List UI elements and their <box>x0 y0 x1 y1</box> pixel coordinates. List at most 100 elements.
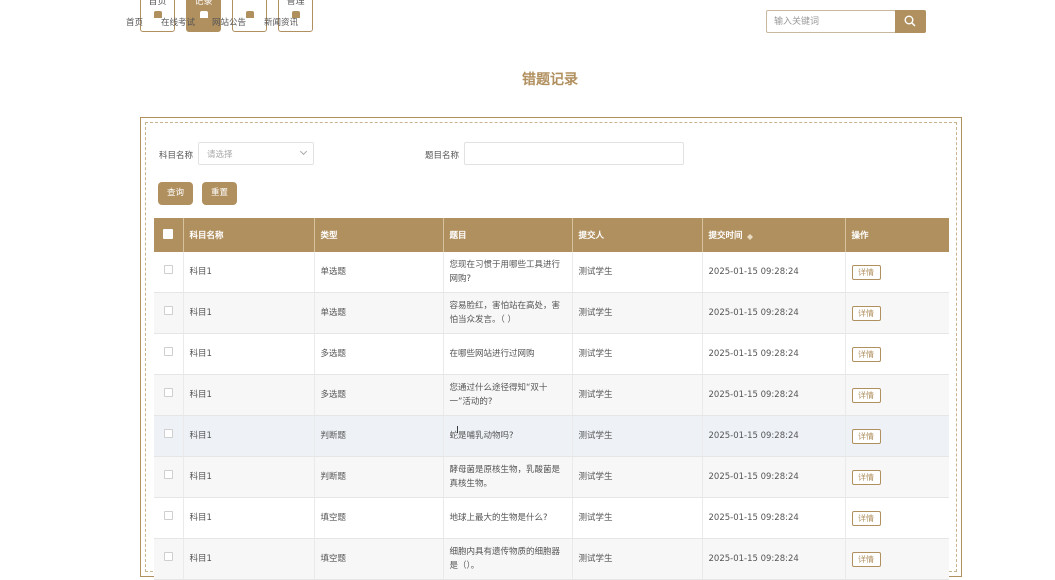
cell-action: 详情 <box>845 292 949 334</box>
cell-question: 容易脸红，害怕站在高处，害怕当众发言。（ ） <box>443 292 573 334</box>
search-icon <box>904 15 916 27</box>
cell-action: 详情 <box>845 374 949 416</box>
subject-select[interactable]: 请选择 <box>198 142 314 165</box>
header-type: 类型 <box>314 218 444 252</box>
detail-button[interactable]: 详情 <box>851 469 881 485</box>
cell-submitter: 测试学生 <box>572 538 703 580</box>
table-body: 科目1 单选题 您现在习惯于用哪些工具进行网购? 测试学生 2025-01-15 09:… <box>154 252 949 580</box>
row-checkbox-cell <box>154 538 184 580</box>
detail-button[interactable]: 详情 <box>851 510 881 526</box>
nav-link-notice[interactable]: 网站公告 <box>212 16 246 28</box>
nav-box-label: 首页 <box>148 0 167 7</box>
cell-time: 2025-01-15 09:28:24 <box>702 415 846 457</box>
cell-time: 2025-01-15 09:28:24 <box>702 292 846 334</box>
nav-link-home[interactable]: 首页 <box>126 16 143 28</box>
detail-button[interactable]: 详情 <box>851 387 881 403</box>
cell-question: 您通过什么途径得知“双十一”活动的? <box>443 374 573 416</box>
cell-subject: 科目1 <box>183 538 315 580</box>
detail-button[interactable]: 详情 <box>851 264 881 280</box>
cell-action: 详情 <box>845 538 949 580</box>
cell-type: 多选题 <box>314 374 444 416</box>
cell-submitter: 测试学生 <box>572 497 703 539</box>
table-row: 科目1 判断题 蛇是哺乳动物吗? 测试学生 2025-01-15 09:28:24 详情 <box>154 415 949 457</box>
query-button[interactable]: 查询 <box>158 182 193 205</box>
chevron-down-icon <box>299 147 308 156</box>
cell-type: 填空题 <box>314 497 444 539</box>
table-row: 科目1 填空题 地球上最大的生物是什么? 测试学生 2025-01-15 09:28:2… <box>154 497 949 539</box>
cell-time: 2025-01-15 09:28:24 <box>702 456 846 498</box>
header-question: 题目 <box>443 218 573 252</box>
cell-action: 详情 <box>845 497 949 539</box>
nav-link-news[interactable]: 新闻资讯 <box>264 16 298 28</box>
table-row: 科目1 单选题 容易脸红，害怕站在高处，害怕当众发言。（ ）测试学生 2025-01-… <box>154 292 949 334</box>
select-all-checkbox[interactable] <box>163 228 174 239</box>
cell-subject: 科目1 <box>183 374 315 416</box>
cell-type: 单选题 <box>314 252 444 293</box>
row-checkbox[interactable] <box>163 470 173 479</box>
cell-type: 判断题 <box>314 456 444 498</box>
table-row: 科目1 单选题 您现在习惯于用哪些工具进行网购? 测试学生 2025-01-15 09:… <box>154 252 949 293</box>
detail-button[interactable]: 详情 <box>851 346 881 362</box>
cell-submitter: 测试学生 <box>572 374 703 416</box>
cell-time: 2025-01-15 09:28:24 <box>702 538 846 580</box>
table-header-row: 科目名称 类型 题目 提交人 提交时间 操作 <box>154 218 949 252</box>
header-submitter: 提交人 <box>572 218 703 252</box>
detail-button[interactable]: 详情 <box>851 305 881 321</box>
nav-link-exam[interactable]: 在线考试 <box>161 16 195 28</box>
header-time[interactable]: 提交时间 <box>702 218 846 252</box>
table-row: 科目1 填空题 细胞内具有遗传物质的细胞器是（）。 测试学生 2025-01-15 09… <box>154 538 949 580</box>
row-checkbox[interactable] <box>163 347 173 356</box>
cell-action: 详情 <box>845 252 949 293</box>
subject-select-placeholder: 请选择 <box>207 150 233 160</box>
cell-type: 判断题 <box>314 415 444 457</box>
wrong-answers-table: 科目名称 类型 题目 提交人 提交时间 操作 科目1 单选题 您现在习惯于用哪些工具… <box>154 218 949 580</box>
row-checkbox-cell <box>154 497 184 539</box>
cell-question: 您现在习惯于用哪些工具进行网购? <box>443 252 573 293</box>
cell-subject: 科目1 <box>183 292 315 334</box>
row-checkbox[interactable] <box>163 429 173 438</box>
cell-submitter: 测试学生 <box>572 456 703 498</box>
row-checkbox[interactable] <box>163 552 173 561</box>
detail-button[interactable]: 详情 <box>851 428 881 444</box>
header-time-label: 提交时间 <box>708 231 743 241</box>
notice-icon <box>245 11 254 18</box>
row-checkbox[interactable] <box>163 265 173 274</box>
select-all-cell[interactable] <box>154 218 184 252</box>
cell-question: 在哪些网站进行过网购 <box>443 333 573 375</box>
cell-submitter: 测试学生 <box>572 252 703 293</box>
cell-subject: 科目1 <box>183 333 315 375</box>
cell-question: 酵母菌是原核生物，乳酸菌是真核生物。 <box>443 456 573 498</box>
table-row: 科目1 多选题 在哪些网站进行过网购 测试学生 2025-01-15 09:28:24 详… <box>154 333 949 375</box>
question-name-input[interactable] <box>464 142 684 165</box>
subject-filter-label: 科目名称 <box>159 151 194 161</box>
search-input[interactable] <box>766 10 896 33</box>
cell-submitter: 测试学生 <box>572 333 703 375</box>
cell-subject: 科目1 <box>183 456 315 498</box>
cell-subject: 科目1 <box>183 415 315 457</box>
reset-button[interactable]: 重置 <box>202 182 237 205</box>
search-button[interactable] <box>895 10 926 33</box>
records-icon <box>199 11 208 18</box>
detail-button[interactable]: 详情 <box>851 551 881 567</box>
table-row: 科目1 判断题 酵母菌是原核生物，乳酸菌是真核生物。 测试学生 2025-01-15 0… <box>154 456 949 498</box>
nav-box-label: 管理 <box>286 0 305 7</box>
cell-submitter: 测试学生 <box>572 292 703 334</box>
cell-type: 填空题 <box>314 538 444 580</box>
header-action: 操作 <box>845 218 949 252</box>
question-filter-label: 题目名称 <box>425 151 460 161</box>
row-checkbox-cell <box>154 415 184 457</box>
cell-type: 多选题 <box>314 333 444 375</box>
page-title: 错题记录 <box>522 72 578 88</box>
cell-question: 蛇是哺乳动物吗? <box>443 415 573 457</box>
header-subject: 科目名称 <box>183 218 315 252</box>
row-checkbox[interactable] <box>163 388 173 397</box>
cell-time: 2025-01-15 09:28:24 <box>702 252 846 293</box>
nav-box-label: 记录 <box>194 0 213 7</box>
table-row: 科目1 多选题 您通过什么途径得知“双十一”活动的? 测试学生 2025-01-15 0… <box>154 374 949 416</box>
row-checkbox-cell <box>154 333 184 375</box>
cell-time: 2025-01-15 09:28:24 <box>702 333 846 375</box>
row-checkbox[interactable] <box>163 511 173 520</box>
cell-submitter: 测试学生 <box>572 415 703 457</box>
row-checkbox-cell <box>154 456 184 498</box>
row-checkbox[interactable] <box>163 306 173 315</box>
